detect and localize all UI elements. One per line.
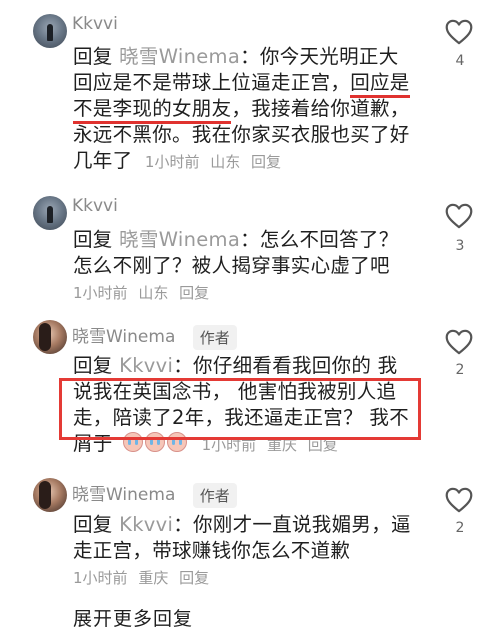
author-badge: 作者 — [192, 482, 237, 508]
comment-meta: 1小时前 重庆 回复 — [67, 569, 209, 587]
mention[interactable]: 晓雪Winema — [119, 45, 240, 68]
comment-meta: 1小时前 山东 回复 — [139, 153, 281, 171]
avatar[interactable] — [33, 320, 67, 354]
like-count: 2 — [455, 520, 465, 536]
reply-prefix: 回复 — [73, 513, 113, 536]
username[interactable]: 晓雪Winema 作者 — [72, 322, 237, 350]
heart-outline-icon[interactable] — [444, 328, 474, 355]
comment-text: 回复 Kkvvi：你刚才一直说我媚男，逼走正宫，带球赚钱你怎么不道歉 1小时前 … — [73, 512, 413, 591]
username-text: 晓雪Winema — [72, 327, 176, 347]
comment-text: 回复 晓雪Winema：怎么不回答了？怎么不刚了？被人揭穿事实心虚了吧 1小时前… — [73, 227, 413, 306]
username[interactable]: Kkvvi — [72, 14, 118, 34]
timestamp: 1小时前 — [73, 569, 128, 587]
comment-meta: 1小时前 山东 回复 — [67, 284, 209, 302]
heart-outline-icon[interactable] — [444, 202, 474, 229]
like-count: 2 — [455, 362, 465, 378]
avatar[interactable] — [33, 478, 67, 512]
mention[interactable]: Kkvvi — [119, 354, 173, 377]
like-count: 3 — [455, 238, 465, 254]
reply-prefix: 回复 — [73, 45, 113, 68]
reply-prefix: 回复 — [73, 228, 113, 251]
timestamp: 1小时前 — [73, 284, 128, 302]
reply-button[interactable]: 回复 — [179, 284, 209, 302]
avatar[interactable] — [33, 14, 67, 48]
location: 重庆 — [138, 569, 169, 587]
mention[interactable]: Kkvvi — [119, 513, 173, 536]
location: 山东 — [210, 153, 241, 171]
reply-button[interactable]: 回复 — [179, 569, 209, 587]
timestamp: 1小时前 — [144, 153, 200, 171]
reply-button[interactable]: 回复 — [251, 153, 281, 171]
username[interactable]: Kkvvi — [72, 196, 118, 216]
location: 山东 — [138, 284, 169, 302]
expand-more-replies-button[interactable]: 展开更多回复 — [73, 604, 193, 631]
reply-prefix: 回复 — [73, 354, 113, 377]
avatar[interactable] — [33, 196, 67, 230]
highlight-box — [59, 378, 421, 440]
author-badge: 作者 — [192, 324, 237, 350]
username-text: 晓雪Winema — [72, 485, 176, 505]
heart-outline-icon[interactable] — [444, 486, 474, 513]
mention[interactable]: 晓雪Winema — [119, 228, 240, 251]
like-count: 4 — [455, 53, 465, 69]
username[interactable]: 晓雪Winema 作者 — [72, 480, 237, 508]
heart-outline-icon[interactable] — [444, 18, 474, 45]
comment-text: 回复 晓雪Winema：你今天光明正大回应是不是带球上位逼走正宫，回应是不是李现… — [73, 44, 413, 175]
